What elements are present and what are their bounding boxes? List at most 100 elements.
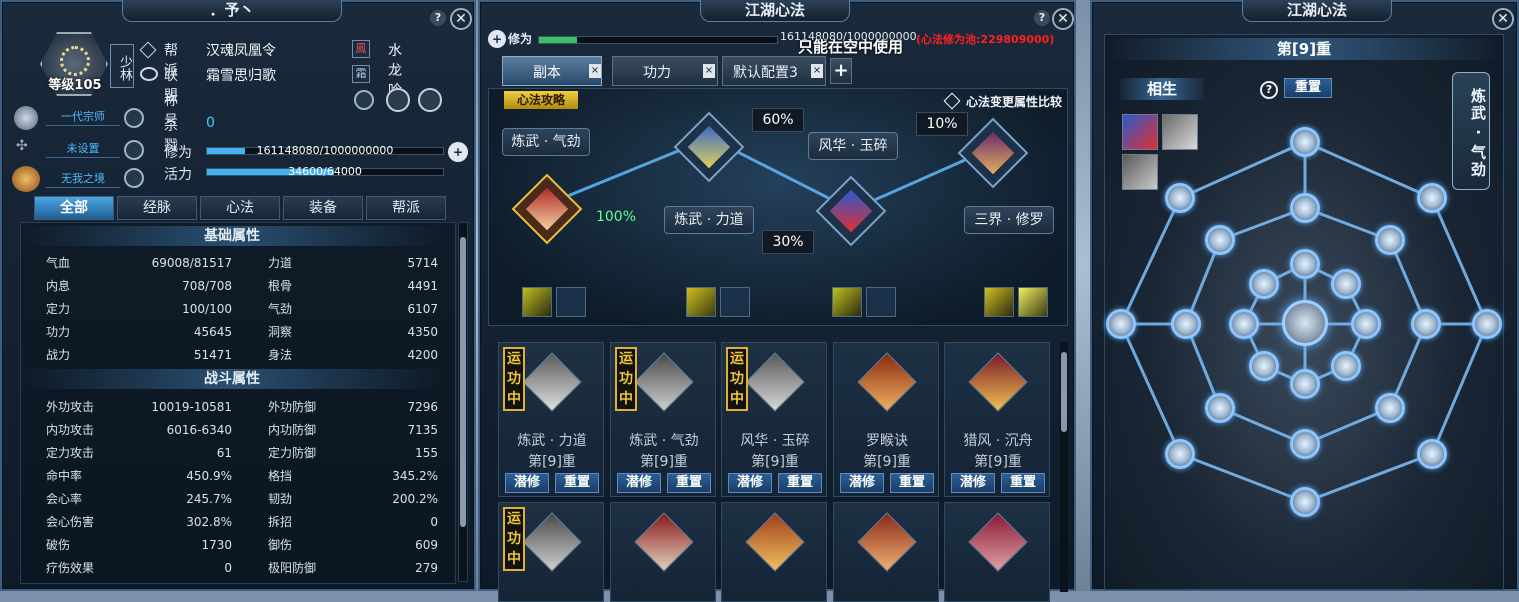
edit-icon[interactable] (124, 168, 144, 188)
meridian-node-icon[interactable] (1331, 351, 1361, 381)
skill-slot-empty[interactable] (720, 287, 750, 317)
xinfa-card[interactable]: 运功中 风华 · 玉碎 第[9]重 潜修 重置 (721, 342, 827, 497)
meridian-node-icon[interactable] (1229, 309, 1259, 339)
meridian-node-icon[interactable] (1472, 309, 1502, 339)
train-button[interactable]: 潜修 (951, 473, 995, 493)
xinfa-card[interactable] (833, 502, 939, 602)
tab-dungeon[interactable]: 副本 × (502, 56, 602, 86)
skill-slot[interactable] (522, 287, 552, 317)
xinfa-card[interactable]: 罗睺诀 第[9]重 潜修 重置 (833, 342, 939, 497)
scrollbar[interactable] (458, 222, 468, 582)
cross-icon: ✣ (16, 138, 28, 154)
meridian-node-icon[interactable] (1290, 127, 1320, 157)
help-icon[interactable]: ? (430, 10, 446, 26)
tab-meridian[interactable]: 经脉 (117, 196, 197, 220)
reset-button[interactable]: 重置 (778, 473, 822, 493)
xinfa-card[interactable]: 运功中 炼武 · 力道 第[9]重 潜修 重置 (498, 342, 604, 497)
meridian-node-icon[interactable] (1351, 309, 1381, 339)
title-slot-1[interactable]: 一代宗师 (46, 108, 120, 126)
tab-guild[interactable]: 帮派 (366, 196, 446, 220)
skill-slot-empty[interactable] (556, 287, 586, 317)
meridian-node-icon[interactable] (1165, 183, 1195, 213)
stat-row: 命中率 450.9% 格挡 345.2% (46, 465, 438, 487)
scrollbar[interactable] (1060, 342, 1068, 592)
meridian-node-icon[interactable] (1249, 269, 1279, 299)
alliance-badge-icon[interactable]: 霜 (352, 65, 370, 83)
meridian-node-icon[interactable] (1290, 193, 1320, 223)
huoli-text: 34600/64000 (288, 165, 362, 178)
skill-slot[interactable] (984, 287, 1014, 317)
skill-slot[interactable] (686, 287, 716, 317)
close-tab-icon[interactable]: × (811, 64, 823, 78)
meridian-node-icon[interactable] (1106, 309, 1136, 339)
meridian-node-icon[interactable] (1417, 439, 1447, 469)
meridian-node-icon[interactable] (1375, 225, 1405, 255)
add-tab-button[interactable]: + (830, 58, 852, 84)
pen-icon[interactable] (354, 90, 374, 110)
xinfa-card[interactable]: 猎风 · 沉舟 第[9]重 潜修 重置 (944, 342, 1050, 497)
skill-slot[interactable] (832, 287, 862, 317)
stat-label: 气血 (46, 256, 71, 270)
tab-config3[interactable]: 默认配置3 × (722, 56, 826, 86)
meridian-node-icon[interactable] (1249, 351, 1279, 381)
meridian-node-icon[interactable] (1290, 487, 1320, 517)
active-badge: 运功中 (503, 347, 525, 411)
close-icon[interactable]: ✕ (1052, 8, 1074, 30)
tab-equipment[interactable]: 装备 (283, 196, 363, 220)
percent-60: 60% (752, 108, 804, 132)
close-icon[interactable]: ✕ (450, 8, 472, 30)
reset-button[interactable]: 重置 (890, 473, 934, 493)
meridian-node-icon[interactable] (1171, 309, 1201, 339)
meridian-node-icon[interactable] (1165, 439, 1195, 469)
close-tab-icon[interactable]: × (703, 64, 715, 78)
meridian-node-icon[interactable] (1290, 429, 1320, 459)
card-name: 风华 · 玉碎 (740, 433, 810, 449)
train-button[interactable]: 潜修 (840, 473, 884, 493)
title-slot-3[interactable]: 无我之境 (46, 170, 120, 188)
xinfa-card[interactable] (721, 502, 827, 602)
meridian-node-icon[interactable] (1205, 225, 1235, 255)
tab-xinfa[interactable]: 心法 (200, 196, 280, 220)
stat-value: 1730 (201, 538, 232, 552)
add-icon[interactable]: + (488, 30, 506, 48)
chip-sanjie-xiuluo: 三界 · 修罗 (964, 206, 1054, 234)
meridian-node-icon[interactable] (1205, 393, 1235, 423)
diamond-icon (139, 41, 157, 59)
help-icon[interactable]: ? (1034, 10, 1050, 26)
train-button[interactable]: 潜修 (505, 473, 549, 493)
xinfa-card[interactable] (944, 502, 1050, 602)
edit-icon[interactable] (124, 108, 144, 128)
stat-value: 4350 (407, 325, 438, 339)
stat-value: 10019-10581 (151, 400, 232, 414)
xinfa-card[interactable]: 运功中 炼武 · 气劲 第[9]重 潜修 重置 (610, 342, 716, 497)
train-button[interactable]: 潜修 (617, 473, 661, 493)
guild-badge-icon[interactable]: 鳳 (352, 40, 370, 58)
meridian-node-icon[interactable] (1331, 269, 1361, 299)
add-icon[interactable]: + (448, 142, 468, 162)
meridian-node-icon[interactable] (1290, 369, 1320, 399)
reset-button[interactable]: 重置 (555, 473, 599, 493)
meridian-node-icon[interactable] (1290, 249, 1320, 279)
meridian-panel: 江湖心法 ✕ 第[9]重 相生 ? 重置 炼武 · 气劲 (1090, 0, 1519, 591)
close-tab-icon[interactable]: × (589, 64, 601, 78)
card-icon[interactable] (386, 88, 410, 112)
edit-icon[interactable] (124, 140, 144, 160)
title-slot-2[interactable]: 未设置 (46, 140, 120, 158)
tab-all[interactable]: 全部 (34, 196, 114, 220)
share-icon[interactable] (418, 88, 442, 112)
core-node[interactable] (1282, 300, 1328, 346)
chip-lianwu-lidao: 炼武 · 力道 (664, 206, 754, 234)
meridian-node-icon[interactable] (1417, 183, 1447, 213)
meridian-node-icon[interactable] (1411, 309, 1441, 339)
xinfa-card[interactable]: 运功中 (498, 502, 604, 602)
reset-button[interactable]: 重置 (1001, 473, 1045, 493)
reset-button[interactable]: 重置 (667, 473, 711, 493)
meridian-node-icon[interactable] (1375, 393, 1405, 423)
tab-gongli[interactable]: 功力 × (612, 56, 718, 86)
skill-slot[interactable] (1018, 287, 1048, 317)
stat-label: 力道 (268, 256, 293, 270)
skill-slot-empty[interactable] (866, 287, 896, 317)
train-button[interactable]: 潜修 (728, 473, 772, 493)
xinfa-card[interactable] (610, 502, 716, 602)
book-icon (857, 512, 917, 572)
